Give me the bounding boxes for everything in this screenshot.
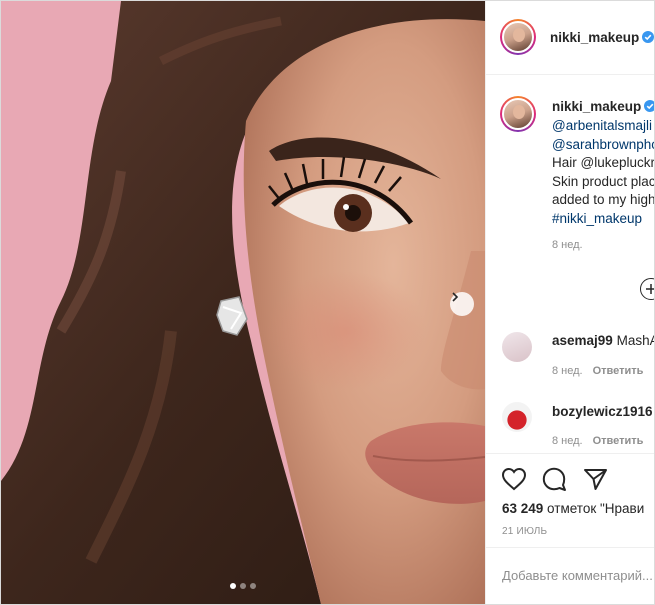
comment-input[interactable]	[502, 568, 654, 583]
carousel-indicator	[230, 583, 256, 589]
post-photo[interactable]	[1, 1, 485, 604]
author-username[interactable]: nikki_makeup	[550, 30, 654, 45]
caption-username[interactable]: nikki_makeup	[552, 99, 654, 114]
verified-badge-icon	[642, 31, 654, 43]
comment-text: bozylewicz1916 E	[552, 404, 654, 419]
comment-meta: 8 нед. Ответить	[552, 435, 643, 447]
caption-mention[interactable]: @arbenitalsmajli	[552, 117, 654, 136]
comment-username[interactable]: asemaj99	[552, 333, 613, 348]
caption-text: @arbenitalsmajli @sarahbrownpho Hair @lu…	[552, 117, 655, 229]
caption-avatar[interactable]	[500, 96, 536, 132]
comment-avatar[interactable]	[502, 402, 532, 432]
next-photo-button[interactable]	[450, 292, 474, 316]
carousel-dot	[240, 583, 246, 589]
reply-button[interactable]: Ответить	[593, 435, 644, 447]
caption-mention[interactable]: @sarahbrownpho	[552, 136, 654, 155]
add-comment-bar	[486, 547, 654, 604]
comment-avatar[interactable]	[502, 332, 532, 362]
share-icon[interactable]	[582, 466, 608, 492]
comment-time: 8 нед.	[552, 435, 583, 447]
plus-circle-icon	[646, 284, 654, 294]
verified-badge-icon	[644, 100, 654, 112]
post-actions: 63 249 отметок "Нрави 21 ИЮЛЬ	[486, 453, 654, 604]
post-side-panel: nikki_makeup nikki_makeup @arbenitalsmaj…	[485, 1, 655, 604]
comment-username[interactable]: bozylewicz1916	[552, 404, 653, 419]
comment-text: asemaj99 MashA	[552, 333, 655, 348]
carousel-dot	[250, 583, 256, 589]
caption-time: 8 нед.	[552, 239, 583, 251]
likes-count[interactable]: 63 249 отметок "Нрави	[502, 501, 644, 516]
caption-line: added to my high	[552, 192, 655, 207]
comment-meta: 8 нед. Ответить	[552, 365, 643, 377]
reply-button[interactable]: Ответить	[593, 365, 644, 377]
chevron-right-icon	[452, 292, 459, 302]
carousel-dot-active	[230, 583, 236, 589]
heart-icon[interactable]	[501, 467, 527, 491]
author-avatar[interactable]	[500, 19, 536, 55]
comment-icon[interactable]	[541, 466, 567, 492]
post-date: 21 ИЮЛЬ	[502, 526, 548, 537]
post-modal: nikki_makeup nikki_makeup @arbenitalsmaj…	[0, 0, 655, 605]
caption-line: Skin product plac	[552, 173, 655, 189]
portrait-image	[1, 1, 485, 604]
load-more-comments-button[interactable]	[640, 278, 654, 300]
caption-hashtag[interactable]: #nikki_makeup	[552, 210, 654, 229]
post-header: nikki_makeup	[486, 1, 654, 75]
caption-line: Hair @lukepluckr	[552, 155, 655, 170]
comment-time: 8 нед.	[552, 365, 583, 377]
